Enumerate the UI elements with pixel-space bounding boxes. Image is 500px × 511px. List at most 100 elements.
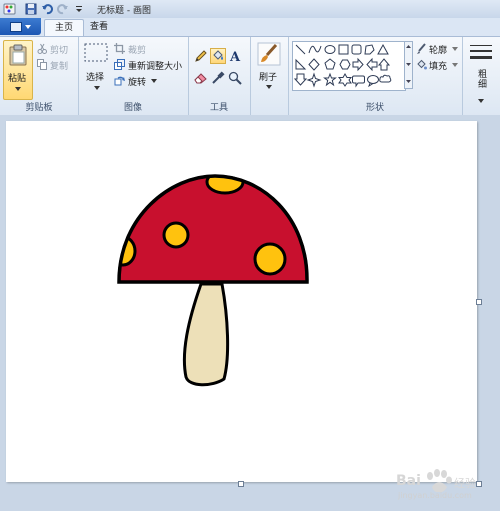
paste-label: 粘贴 xyxy=(8,74,27,84)
ribbon: 粘贴 剪切 复制 剪贴板 选择 裁剪 重新调整大小 旋转 图像 A 工具 刷子 … xyxy=(0,36,500,116)
four-point-star-shape-icon[interactable] xyxy=(306,72,322,88)
rotate-icon xyxy=(114,76,125,86)
polygon-shape-icon[interactable] xyxy=(364,44,375,55)
text-button[interactable]: A xyxy=(227,48,243,65)
rounded-rectangle-shape-icon[interactable] xyxy=(351,44,362,55)
rectangle-shape-icon[interactable] xyxy=(338,44,349,55)
right-triangle-shape-icon[interactable] xyxy=(295,58,307,70)
copy-label: 复制 xyxy=(50,62,69,72)
watermark-brand: Bai xyxy=(396,473,421,489)
paint-menu-button[interactable] xyxy=(0,18,41,35)
redo-icon[interactable] xyxy=(56,3,70,16)
crop-label: 裁剪 xyxy=(128,46,147,56)
right-arrow-shape-icon[interactable] xyxy=(352,57,364,72)
crop-icon xyxy=(114,43,125,54)
select-button[interactable]: 选择 xyxy=(81,41,111,97)
size-label: 粗细 xyxy=(476,69,486,89)
line-shape-icon[interactable] xyxy=(295,44,306,55)
eraser-icon xyxy=(194,73,207,84)
rotate-label: 旋转 xyxy=(128,78,147,88)
up-arrow-shape-icon[interactable] xyxy=(377,58,391,71)
quick-access-toolbar xyxy=(2,2,88,16)
shapes-gallery[interactable] xyxy=(292,41,406,91)
down-arrow-shape-icon[interactable] xyxy=(293,73,308,86)
fill-label: 填充 xyxy=(429,62,448,72)
ribbon-tab-row: 主页 查看 xyxy=(0,18,500,37)
fill-icon xyxy=(417,59,427,70)
color-picker-icon xyxy=(212,71,225,84)
oval-callout-shape-icon[interactable] xyxy=(367,75,379,88)
image-group-label: 图像 xyxy=(123,103,142,113)
pencil-button[interactable] xyxy=(193,48,209,64)
cut-label: 剪切 xyxy=(50,46,69,56)
size-button[interactable]: 粗细 xyxy=(466,41,496,107)
tools-group-label: 工具 xyxy=(209,103,228,113)
mushroom-stem xyxy=(182,282,230,387)
crop-button[interactable]: 裁剪 xyxy=(114,42,174,56)
chevron-down-icon xyxy=(452,47,458,51)
diamond-shape-icon[interactable] xyxy=(308,58,320,71)
canvas-resize-handle-bottom[interactable] xyxy=(238,481,244,487)
six-point-star-shape-icon[interactable] xyxy=(337,72,353,87)
save-icon[interactable] xyxy=(24,3,38,16)
mushroom-drawing xyxy=(117,174,309,387)
outline-brush-icon xyxy=(417,43,426,54)
brush-icon xyxy=(257,42,281,66)
shapes-group: 轮廓 填充 形状 xyxy=(288,37,463,115)
resize-label: 重新调整大小 xyxy=(128,62,183,72)
scissors-icon xyxy=(37,43,47,54)
brushes-label: 刷子 xyxy=(259,73,278,83)
magnifier-button[interactable] xyxy=(227,70,243,86)
five-point-star-shape-icon[interactable] xyxy=(323,72,337,87)
text-icon: A xyxy=(229,50,241,65)
shapes-scroll[interactable] xyxy=(404,41,413,89)
baidu-watermark: Bai 经验 jingyan.baidu.com xyxy=(382,465,492,503)
line-width-icon xyxy=(470,45,492,59)
rounded-callout-shape-icon[interactable] xyxy=(352,75,365,88)
resize-icon xyxy=(114,59,125,70)
paint-app-icon[interactable] xyxy=(2,3,16,16)
mushroom-spot xyxy=(253,242,287,276)
drawing-canvas[interactable] xyxy=(6,121,477,482)
selection-icon xyxy=(84,43,108,62)
rotate-button[interactable]: 旋转 xyxy=(114,74,174,88)
triangle-shape-icon[interactable] xyxy=(377,43,389,55)
tab-home[interactable]: 主页 xyxy=(44,19,85,37)
customize-qat-icon[interactable] xyxy=(72,3,86,16)
fill-button[interactable] xyxy=(210,48,226,64)
tools-group: A 工具 xyxy=(188,37,251,115)
cut-button[interactable]: 剪切 xyxy=(36,42,76,56)
left-arrow-shape-icon[interactable] xyxy=(366,57,378,72)
outline-button[interactable]: 轮廓 xyxy=(416,42,460,56)
canvas-resize-handle-right[interactable] xyxy=(476,299,482,305)
chevron-down-icon xyxy=(94,86,100,90)
magnifier-icon xyxy=(228,71,242,85)
select-label: 选择 xyxy=(86,73,105,83)
image-group: 选择 裁剪 重新调整大小 旋转 图像 xyxy=(78,37,189,115)
brushes-button[interactable]: 刷子 xyxy=(253,40,285,98)
paste-button[interactable]: 粘贴 xyxy=(3,40,33,100)
outline-label: 轮廓 xyxy=(429,46,448,56)
svg-text:A: A xyxy=(229,50,241,64)
shapes-group-label: 形状 xyxy=(365,103,384,113)
cloud-callout-shape-icon[interactable] xyxy=(379,74,392,83)
undo-icon[interactable] xyxy=(40,3,54,16)
copy-button[interactable]: 复制 xyxy=(36,58,76,72)
chevron-down-icon xyxy=(452,63,458,67)
menu-icon xyxy=(10,21,22,32)
window-title: 无标题 - 画图 xyxy=(97,6,151,16)
pentagon-shape-icon[interactable] xyxy=(324,58,336,70)
pencil-icon xyxy=(195,50,207,62)
size-group: 粗细 xyxy=(462,37,500,115)
curve-shape-icon[interactable] xyxy=(308,45,322,54)
color-picker-button[interactable] xyxy=(210,70,226,86)
hexagon-shape-icon[interactable] xyxy=(339,59,351,70)
watermark-url: jingyan.baidu.com xyxy=(398,491,472,500)
tab-view[interactable]: 查看 xyxy=(80,19,118,36)
clipboard-group-label: 剪贴板 xyxy=(25,103,53,113)
eraser-button[interactable] xyxy=(193,70,209,86)
chevron-down-icon xyxy=(15,87,21,91)
fill-shape-button[interactable]: 填充 xyxy=(416,58,460,72)
resize-button[interactable]: 重新调整大小 xyxy=(114,58,186,72)
oval-shape-icon[interactable] xyxy=(324,45,336,54)
